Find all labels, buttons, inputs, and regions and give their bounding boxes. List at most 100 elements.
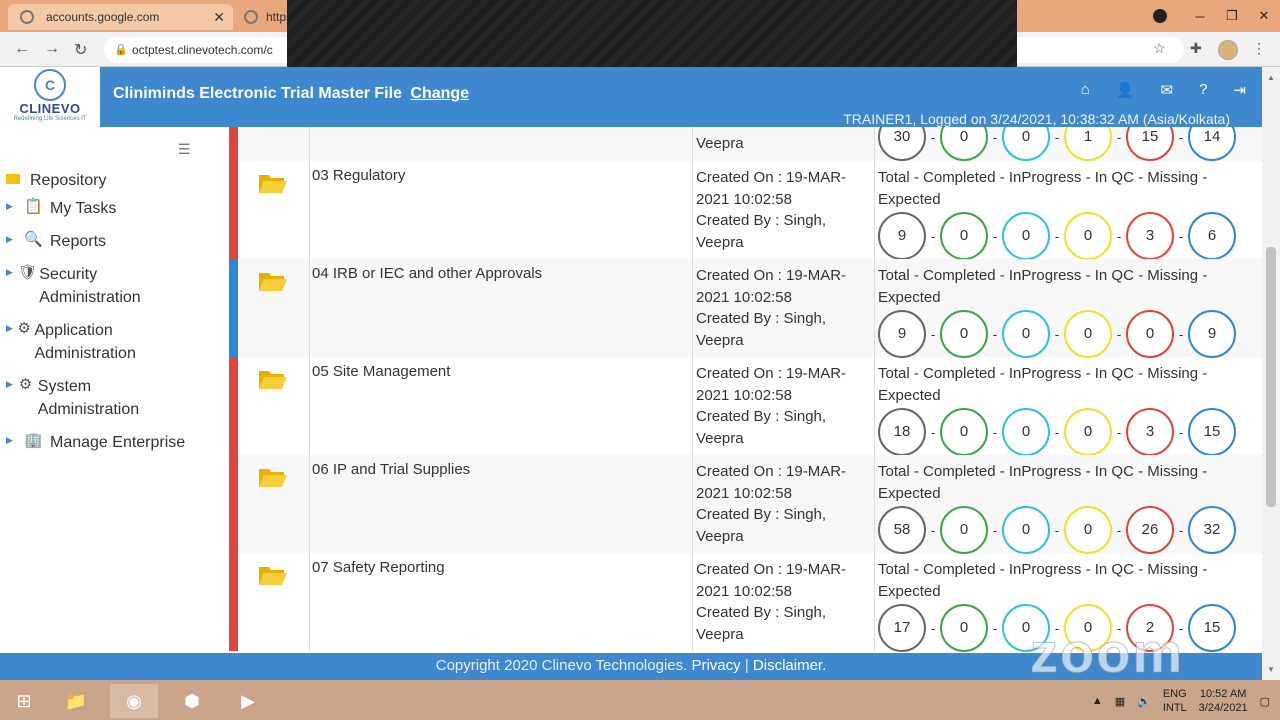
disclaimer-link[interactable]: Disclaimer.	[753, 657, 826, 674]
home-icon[interactable]: ⌂	[1081, 81, 1090, 99]
close-tab-icon[interactable]: ✕	[213, 9, 225, 26]
tray-chevron-icon[interactable]: ▲	[1092, 695, 1103, 707]
close-window-icon[interactable]: ✕	[1248, 8, 1280, 24]
app-title: Cliniminds Electronic Trial Master File …	[113, 85, 469, 103]
privacy-link[interactable]: Privacy	[691, 657, 740, 674]
star-icon[interactable]: ☆	[1153, 40, 1166, 57]
created-info: Created On : 19-MAR-2021 10:02:58 Create…	[696, 363, 871, 449]
avatar[interactable]	[1218, 40, 1238, 60]
table-row[interactable]: 03 Regulatory Created On : 19-MAR-2021 1…	[229, 161, 1262, 260]
user-icon[interactable]: 👤	[1116, 81, 1135, 99]
total-count: 18	[878, 408, 926, 456]
lang-bottom: INTL	[1162, 702, 1187, 714]
profile-menu-icon[interactable]	[1153, 9, 1167, 23]
inqc-count: 0	[1064, 310, 1112, 358]
sidebar-item-label: My Tasks	[50, 200, 117, 217]
created-by: Created By : Singh, Veepra	[696, 604, 827, 643]
completed-count: 0	[940, 127, 988, 161]
status-stripe	[229, 455, 238, 553]
scroll-up-icon[interactable]: ▲	[1267, 73, 1275, 82]
completed-count: 0	[940, 604, 988, 652]
total-count: 17	[878, 604, 926, 652]
folder-name[interactable]: 04 IRB or IEC and other Approvals	[312, 265, 542, 282]
back-arrow-icon[interactable]: ←	[14, 40, 30, 58]
reload-icon[interactable]: ↻	[74, 40, 87, 60]
total-count: 9	[878, 310, 926, 358]
stats-header: Total - Completed - InProgress - In QC -…	[878, 463, 1208, 502]
folder-name[interactable]: 05 Site Management	[312, 363, 450, 380]
expected-count: 9	[1188, 310, 1236, 358]
sidebar-item-repository[interactable]: Repository	[0, 169, 106, 192]
clock[interactable]: 10:52 AM 3/24/2021	[1199, 687, 1248, 715]
table-row[interactable]: Veepra 30- 0- 0- 1- 15- 14	[229, 127, 1262, 161]
sidebar-item-system[interactable]: ▶ ⚙ System Administration	[0, 375, 150, 421]
created-info: Created On : 19-MAR-2021 10:02:58 Create…	[696, 167, 871, 253]
sidebar-item-label: Security Administration	[39, 266, 141, 306]
created-info: Created On : 19-MAR-2021 10:02:58 Create…	[696, 461, 871, 547]
created-on: Created On : 19-MAR-2021 10:02:58	[696, 365, 847, 404]
expected-count: 6	[1188, 212, 1236, 260]
network-icon[interactable]: ▦	[1115, 695, 1125, 708]
missing-count: 3	[1126, 212, 1174, 260]
notifications-icon[interactable]: ▢	[1260, 695, 1270, 708]
created-by: Created By : Singh, Veepra	[696, 310, 827, 349]
clinevo-logo[interactable]: C CLINEVO Redefining Life Sciences IT	[0, 67, 100, 127]
mail-icon[interactable]: ✉	[1161, 81, 1174, 99]
sidebar-item-application[interactable]: ▶ ⚙ Application Administration	[0, 319, 150, 365]
table-row[interactable]: 04 IRB or IEC and other Approvals Create…	[229, 259, 1262, 358]
tab-title: accounts.google.com	[46, 10, 160, 24]
table-row[interactable]: 05 Site Management Created On : 19-MAR-2…	[229, 357, 1262, 456]
sidebar-item-security[interactable]: ▶ 🛡 Security Administration	[0, 263, 150, 309]
caret-right-icon: ▶	[6, 435, 13, 445]
caret-right-icon: ▶	[6, 234, 13, 244]
app-icon[interactable]: ⬢	[168, 684, 216, 718]
table-row[interactable]: 06 IP and Trial Supplies Created On : 19…	[229, 455, 1262, 554]
language-indicator[interactable]: ENG INTL	[1163, 687, 1187, 715]
sidebar-item-my-tasks[interactable]: ▶ 📋 My Tasks	[0, 197, 116, 220]
folder-open-icon[interactable]	[258, 367, 288, 391]
help-icon[interactable]: ?	[1199, 81, 1207, 99]
folder-open-icon[interactable]	[258, 171, 288, 195]
folder-open-icon[interactable]	[258, 465, 288, 489]
app-title-text: Cliniminds Electronic Trial Master File	[113, 85, 402, 102]
sidebar-toggle-icon[interactable]: ☰	[178, 141, 191, 158]
sidebar-item-reports[interactable]: ▶ 🔍 Reports	[0, 230, 106, 253]
folder-name[interactable]: 07 Safety Reporting	[312, 559, 445, 576]
stats-header: Total - Completed - InProgress - In QC -…	[878, 169, 1208, 208]
windows-taskbar: ⊞ 📁 ◉ ⬢ ▶ ▲ ▦ 🔊 ENG INTL 10:52 AM 3/24/2…	[0, 680, 1280, 720]
expected-count: 15	[1188, 604, 1236, 652]
created-by: Veepra	[696, 135, 744, 152]
logo-tagline: Redefining Life Sciences IT	[13, 116, 87, 122]
completed-count: 0	[940, 310, 988, 358]
extensions-icon[interactable]: ✚	[1190, 40, 1202, 57]
created-by: Created By : Singh, Veepra	[696, 212, 827, 251]
file-explorer-icon[interactable]: 📁	[52, 684, 100, 718]
windows-start-icon[interactable]: ⊞	[0, 684, 48, 718]
created-on: Created On : 19-MAR-2021 10:02:58	[696, 169, 847, 208]
chrome-icon[interactable]: ◉	[110, 684, 158, 718]
minimize-icon[interactable]: ─	[1184, 9, 1216, 24]
menu-dots-icon[interactable]: ⋮	[1252, 40, 1266, 57]
scroll-thumb[interactable]	[1266, 247, 1276, 507]
page-scrollbar[interactable]: ▲ ▼	[1262, 67, 1280, 680]
status-stripe	[229, 259, 238, 357]
folder-open-icon[interactable]	[258, 269, 288, 293]
enterprise-icon: 🏢	[24, 432, 43, 449]
footer-separator: |	[744, 657, 749, 674]
restore-icon[interactable]: ❐	[1216, 8, 1248, 24]
folder-name[interactable]: 06 IP and Trial Supplies	[312, 461, 470, 478]
change-link[interactable]: Change	[410, 85, 469, 102]
scroll-down-icon[interactable]: ▼	[1267, 665, 1275, 674]
stats-circles: 9- 0- 0- 0- 3- 6	[878, 212, 1236, 260]
expected-count: 32	[1188, 506, 1236, 554]
forward-arrow-icon[interactable]: →	[44, 40, 60, 58]
volume-icon[interactable]: 🔊	[1137, 695, 1151, 708]
browser-tab-google[interactable]: accounts.google.com ✕	[8, 4, 233, 30]
sidebar-item-enterprise[interactable]: ▶ 🏢 Manage Enterprise	[0, 431, 185, 454]
folder-name[interactable]: 03 Regulatory	[312, 167, 405, 184]
logout-icon[interactable]: ⇥	[1233, 81, 1246, 99]
missing-count: 0	[1126, 310, 1174, 358]
folder-open-icon[interactable]	[258, 563, 288, 587]
created-on: Created On : 19-MAR-2021 10:02:58	[696, 267, 847, 306]
zoom-app-icon[interactable]: ▶	[224, 684, 272, 718]
